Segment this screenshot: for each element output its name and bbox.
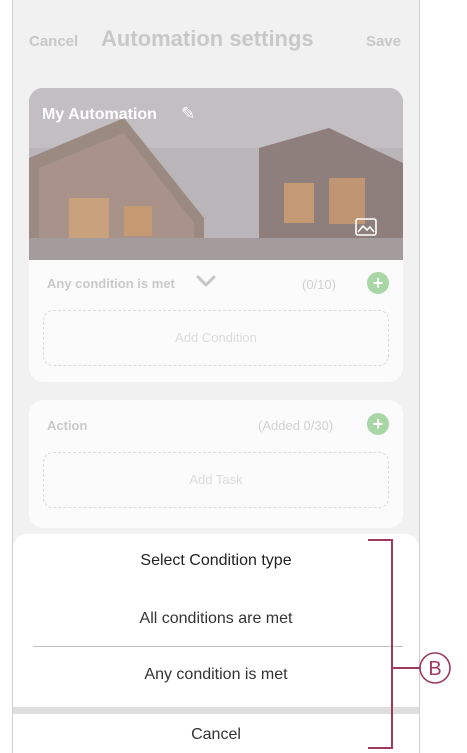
callout-bracket <box>368 539 451 749</box>
callout-label: B <box>428 658 442 680</box>
